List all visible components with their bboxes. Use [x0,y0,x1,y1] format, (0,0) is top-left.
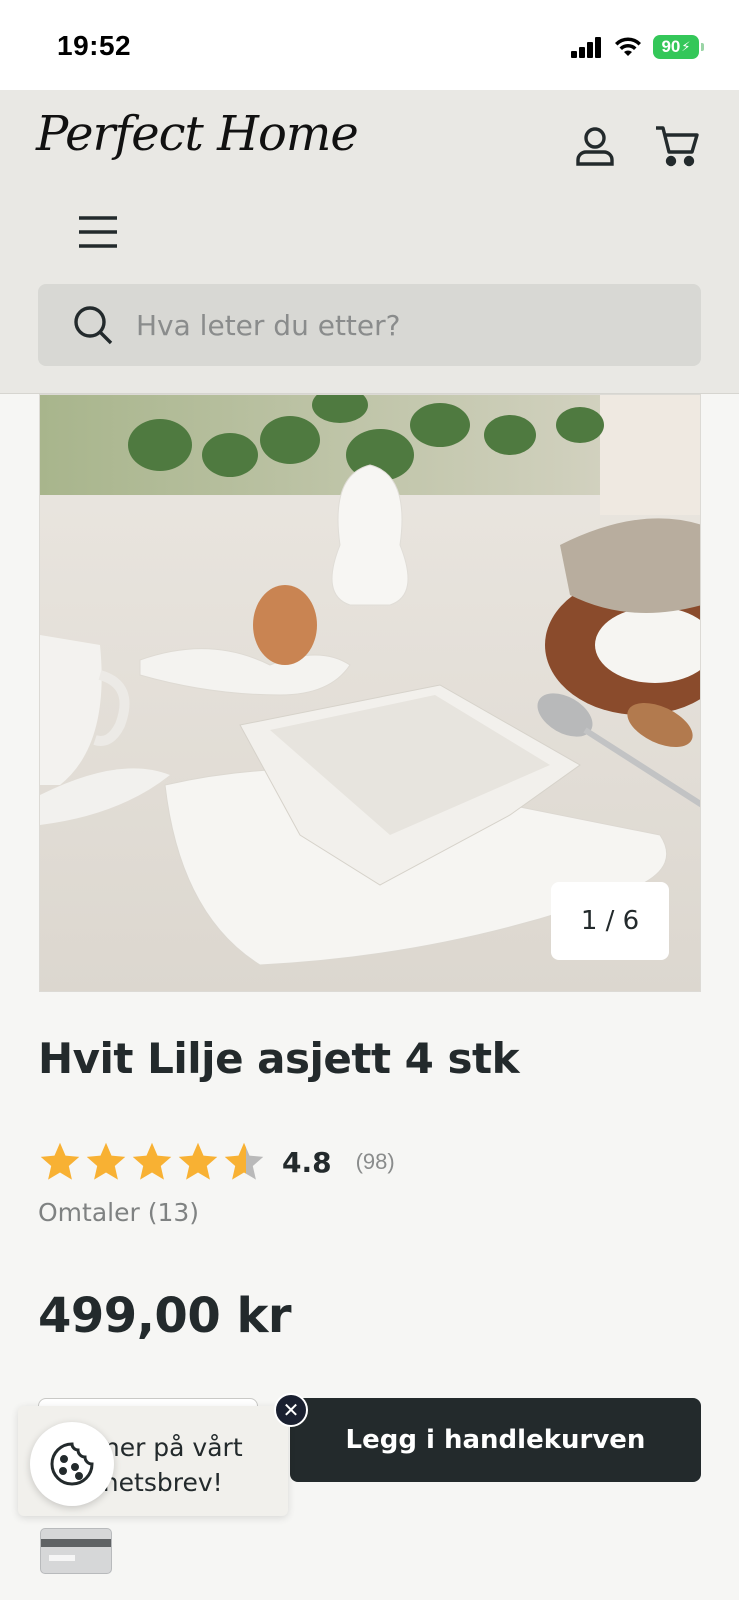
rating-count: (98) [355,1149,395,1174]
star-icon [224,1142,264,1180]
wifi-icon [615,37,641,56]
star-icon [132,1142,172,1180]
newsletter-popup-text: nner på vårt yhetsbrev! [88,1430,278,1500]
star-icon [40,1142,80,1180]
search-bar[interactable] [38,284,701,366]
status-bar: 19:52 90 ⚡ [0,0,739,90]
menu-icon[interactable] [74,208,122,256]
signal-icon [571,37,601,58]
close-icon[interactable]: ✕ [274,1393,308,1427]
card-icon [40,1528,112,1574]
reviews-link[interactable]: Omtaler (13) [38,1198,199,1227]
cookie-icon[interactable] [30,1422,114,1506]
image-counter: 1 / 6 [551,882,669,960]
site-logo[interactable]: Perfect Home [36,106,359,162]
status-icons: 90 ⚡ [571,34,704,60]
newsletter-line-1: nner på vårt [88,1433,243,1462]
battery-icon: 90 ⚡ [653,35,704,59]
battery-level: 90 [661,37,681,56]
cart-icon[interactable] [653,122,701,170]
rating-stars [38,1140,266,1184]
status-time: 19:52 [57,30,132,61]
search-input[interactable] [136,308,636,342]
account-icon[interactable] [571,122,619,170]
search-icon[interactable] [72,304,114,346]
star-icon [86,1142,126,1180]
add-to-cart-button[interactable]: Legg i handlekurven [290,1398,701,1482]
star-icon [178,1142,218,1180]
product-title: Hvit Lilje asjett 4 stk [38,1034,520,1083]
product-price: 499,00 kr [38,1288,292,1344]
rating-value: 4.8 [282,1145,332,1179]
product-rating[interactable]: 4.8 (98) [38,1140,395,1184]
newsletter-line-2: yhetsbrev! [88,1468,223,1497]
